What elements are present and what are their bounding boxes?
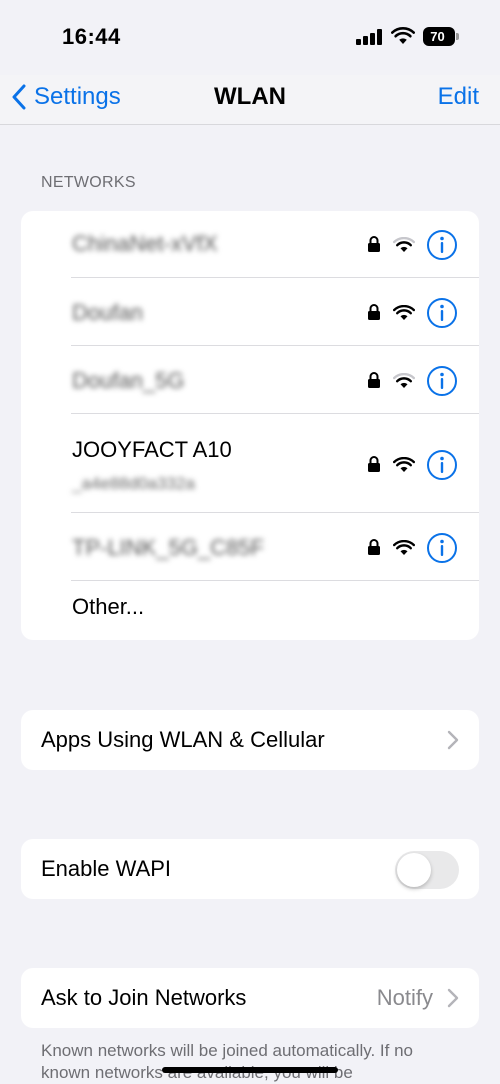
wifi-signal-icon — [393, 540, 415, 555]
battery-cap — [456, 33, 459, 40]
network-row[interactable]: Doufan_5G — [21, 346, 479, 414]
enable-wapi-toggle[interactable] — [395, 851, 459, 889]
page-title: WLAN — [214, 83, 286, 110]
lock-icon — [368, 456, 380, 472]
network-name: ChinaNet-xVfX — [72, 231, 218, 256]
lock-icon — [368, 236, 380, 252]
wifi-signal-icon — [393, 373, 415, 388]
cellular-signal-icon — [356, 29, 384, 45]
toggle-knob — [397, 853, 431, 887]
enable-wapi-label: Enable WAPI — [41, 856, 172, 881]
network-row[interactable]: Doufan — [21, 278, 479, 346]
wifi-signal-icon — [393, 457, 415, 472]
network-name: Doufan — [72, 300, 143, 325]
apps-using-wlan-row[interactable]: Apps Using WLAN & Cellular — [21, 710, 479, 770]
ask-to-join-footer-note: Known networks will be joined automatica… — [41, 1041, 413, 1082]
network-row[interactable]: TP-LINK_5G_C85F — [21, 513, 479, 581]
chevron-right-icon — [447, 988, 459, 1008]
info-icon[interactable] — [426, 532, 458, 564]
edit-button[interactable]: Edit — [438, 83, 479, 111]
network-name-continued: _a4e88d0a332a — [72, 474, 195, 493]
networks-list: ChinaNet-xVfX Doufan Doufan_5G JOOYFACT … — [21, 211, 479, 640]
network-row[interactable]: ChinaNet-xVfX — [21, 211, 479, 278]
battery-icon: 70 — [423, 27, 455, 46]
ask-to-join-row[interactable]: Ask to Join Networks Notify — [21, 968, 479, 1028]
enable-wapi-row: Enable WAPI — [21, 839, 479, 899]
network-name: JOOYFACT A10 — [72, 437, 232, 462]
other-network-label: Other... — [72, 594, 145, 619]
home-indicator — [162, 1067, 338, 1073]
ask-to-join-label: Ask to Join Networks — [41, 985, 247, 1010]
status-bar: 16:44 70 — [0, 0, 500, 75]
info-icon[interactable] — [426, 449, 458, 481]
other-network-row[interactable]: Other... — [21, 581, 479, 640]
wifi-signal-icon — [393, 237, 415, 252]
wifi-status-icon — [391, 27, 415, 44]
status-time: 16:44 — [62, 24, 121, 49]
lock-icon — [368, 304, 380, 320]
navigation-bar: Settings WLAN Edit — [0, 75, 500, 125]
lock-icon — [368, 372, 380, 388]
ask-to-join-value: Notify — [376, 985, 433, 1010]
info-icon[interactable] — [426, 297, 458, 329]
networks-section-header: NETWORKS — [41, 174, 136, 191]
info-icon[interactable] — [426, 365, 458, 397]
network-row[interactable]: JOOYFACT A10 _a4e88d0a332a — [21, 414, 479, 513]
info-icon[interactable] — [426, 229, 458, 261]
network-name: Doufan_5G — [72, 368, 185, 393]
wifi-signal-icon — [393, 305, 415, 320]
chevron-right-icon — [447, 730, 459, 750]
network-name: TP-LINK_5G_C85F — [72, 535, 264, 560]
lock-icon — [368, 539, 380, 555]
apps-using-wlan-label: Apps Using WLAN & Cellular — [41, 727, 325, 752]
battery-percent: 70 — [430, 29, 445, 44]
